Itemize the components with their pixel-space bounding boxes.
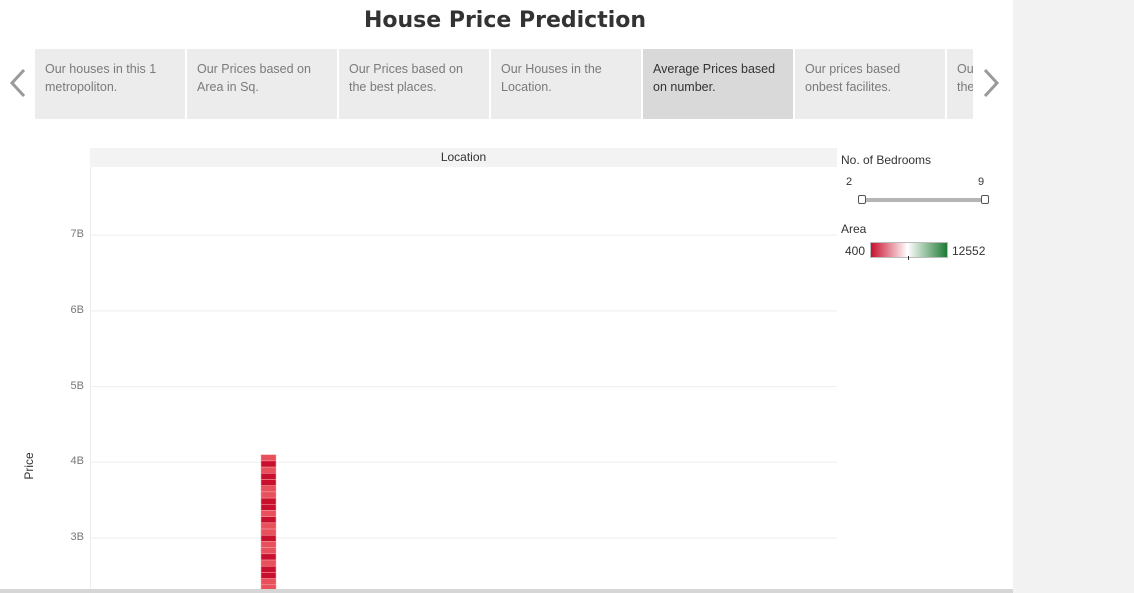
y-tick-label: 6B bbox=[70, 303, 84, 316]
bar-segment[interactable] bbox=[260, 454, 277, 462]
right-gutter bbox=[1013, 0, 1134, 593]
area-legend-max: 12552 bbox=[952, 244, 986, 258]
story-tab[interactable]: Our houses in this 1 metropoliton. bbox=[35, 49, 185, 119]
story-tab[interactable]: Our Prices based on the best places. bbox=[339, 49, 489, 119]
story-prev-button[interactable] bbox=[6, 66, 30, 100]
area-legend-title: Area bbox=[841, 222, 867, 236]
bedrooms-filter-title: No. of Bedrooms bbox=[841, 153, 932, 167]
chevron-right-icon bbox=[983, 68, 1000, 98]
story-tab[interactable]: Our Houses in the Location. bbox=[491, 49, 641, 119]
bar-segment[interactable] bbox=[260, 528, 277, 536]
story-tab-label: Our Prices based on Area in Sq. bbox=[197, 62, 311, 94]
area-color-gradient bbox=[870, 242, 948, 258]
y-tick-label: 7B bbox=[70, 228, 84, 241]
bedrooms-min-label: 2 bbox=[846, 176, 853, 188]
story-tab-label: Our Prices based on the best places. bbox=[349, 62, 463, 94]
bar-segment[interactable] bbox=[260, 553, 277, 561]
bar-segment[interactable] bbox=[260, 547, 277, 555]
bar-segment[interactable] bbox=[260, 565, 277, 573]
bar-segment[interactable] bbox=[260, 541, 277, 548]
plot-area[interactable] bbox=[90, 167, 837, 591]
area-gradient-midpoint-mark bbox=[908, 256, 909, 260]
y-axis-title: Price bbox=[22, 452, 36, 480]
bar-segment[interactable] bbox=[260, 473, 277, 480]
bar-chart bbox=[90, 234, 837, 591]
y-tick-label: 5B bbox=[70, 379, 84, 392]
bar-segment[interactable] bbox=[260, 466, 277, 474]
story-tab[interactable]: Our prices based on the best places. bbox=[947, 49, 973, 119]
y-tick-label: 3B bbox=[70, 531, 84, 543]
bar-segment[interactable] bbox=[260, 491, 277, 499]
y-tick-label: 4B bbox=[70, 455, 84, 468]
story-tab[interactable]: Average Prices based on number. bbox=[643, 49, 793, 119]
bar-segment[interactable] bbox=[260, 516, 277, 524]
story-tab-label: Our prices based onbest facilites. bbox=[805, 62, 901, 94]
chevron-left-icon bbox=[9, 68, 26, 98]
bar-segment[interactable] bbox=[260, 578, 277, 586]
story-tabs: Our houses in this 1 metropoliton. Our P… bbox=[35, 49, 973, 119]
bar-segment[interactable] bbox=[260, 504, 277, 511]
bottom-scrollbar[interactable] bbox=[0, 589, 1013, 593]
story-tab[interactable]: Our Prices based on Area in Sq. bbox=[187, 49, 337, 119]
bar-segment[interactable] bbox=[260, 460, 277, 468]
story-tab-label: Our houses in this 1 metropoliton. bbox=[45, 62, 157, 94]
bedrooms-max-label: 9 bbox=[978, 176, 985, 188]
bar-segment[interactable] bbox=[260, 510, 277, 517]
bar-segment[interactable] bbox=[260, 497, 277, 505]
bar-segment[interactable] bbox=[260, 572, 277, 579]
story-tab[interactable]: Our prices based onbest facilites. bbox=[795, 49, 945, 119]
bar-segment[interactable] bbox=[260, 479, 277, 486]
column-header-location: Location bbox=[90, 148, 837, 167]
dashboard-title: House Price Prediction bbox=[363, 8, 647, 33]
story-tab-label: Our Houses in the Location. bbox=[501, 62, 602, 94]
story-tab-label: Our prices based on the best places. bbox=[957, 62, 973, 94]
bedrooms-slider-min-handle[interactable] bbox=[858, 195, 866, 204]
bar-segment[interactable] bbox=[260, 485, 277, 493]
bar-segment[interactable] bbox=[260, 559, 277, 567]
story-tab-label: Average Prices based on number. bbox=[653, 62, 776, 94]
area-legend-min: 400 bbox=[845, 244, 866, 258]
bedrooms-slider-max-handle[interactable] bbox=[981, 195, 989, 204]
bar-segment[interactable] bbox=[260, 522, 277, 530]
story-next-button[interactable] bbox=[979, 66, 1003, 100]
bar-segment[interactable] bbox=[260, 534, 277, 542]
bedrooms-slider-track[interactable] bbox=[862, 198, 985, 202]
